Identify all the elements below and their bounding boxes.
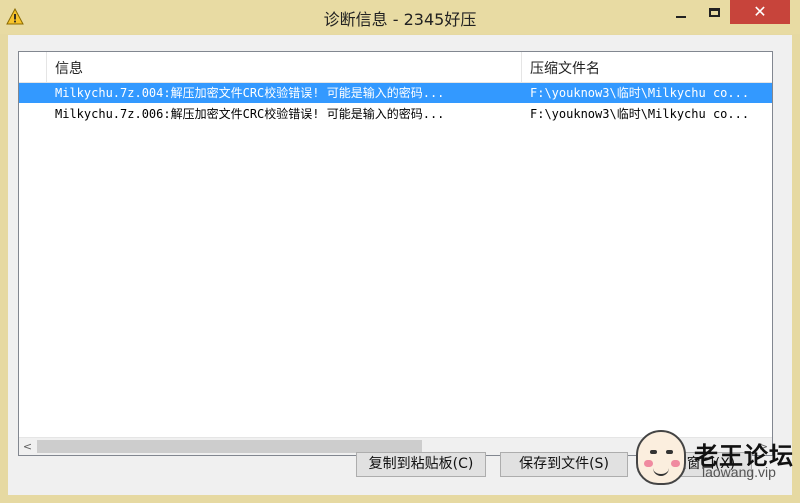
dialog-body: 信息 压缩文件名 Milkychu.7z.004:解压加密文件CRC校验错误! … — [8, 35, 792, 495]
watermark: 老王论坛 laowang.vip — [632, 428, 800, 503]
title-bar[interactable]: 诊断信息 - 2345好压 ✕ — [0, 0, 800, 34]
diagnostic-window: 诊断信息 - 2345好压 ✕ 信息 压缩文件名 Milkychu.7z.004… — [0, 0, 800, 503]
watermark-url: laowang.vip — [702, 464, 776, 480]
mascot-face-icon — [636, 430, 686, 485]
column-header-archive[interactable]: 压缩文件名 — [522, 52, 772, 82]
minimize-icon — [676, 16, 686, 18]
row-archive-cell: F:\youknow3\临时\Milkychu co... — [530, 86, 750, 100]
maximize-button[interactable] — [700, 0, 728, 24]
diagnostic-list[interactable]: 信息 压缩文件名 Milkychu.7z.004:解压加密文件CRC校验错误! … — [18, 51, 773, 456]
scroll-left-icon[interactable]: < — [19, 438, 36, 455]
list-row[interactable]: Milkychu.7z.006:解压加密文件CRC校验错误! 可能是输入的密码.… — [19, 104, 772, 124]
close-icon: ✕ — [753, 2, 767, 21]
column-header-blank[interactable] — [19, 52, 47, 82]
row-info-cell: Milkychu.7z.006:解压加密文件CRC校验错误! 可能是输入的密码.… — [55, 107, 445, 121]
maximize-icon — [708, 7, 720, 17]
column-header-info[interactable]: 信息 — [47, 52, 522, 82]
list-row[interactable]: Milkychu.7z.004:解压加密文件CRC校验错误! 可能是输入的密码.… — [19, 83, 772, 103]
row-archive-cell: F:\youknow3\临时\Milkychu co... — [530, 107, 750, 121]
minimize-button[interactable] — [662, 0, 700, 24]
list-header: 信息 压缩文件名 — [19, 52, 772, 83]
save-to-file-button[interactable]: 保存到文件(S) — [500, 452, 628, 477]
row-info-cell: Milkychu.7z.004:解压加密文件CRC校验错误! 可能是输入的密码.… — [55, 86, 445, 100]
close-window-button[interactable]: ✕ — [730, 0, 790, 24]
copy-to-clipboard-button[interactable]: 复制到粘贴板(C) — [356, 452, 486, 477]
